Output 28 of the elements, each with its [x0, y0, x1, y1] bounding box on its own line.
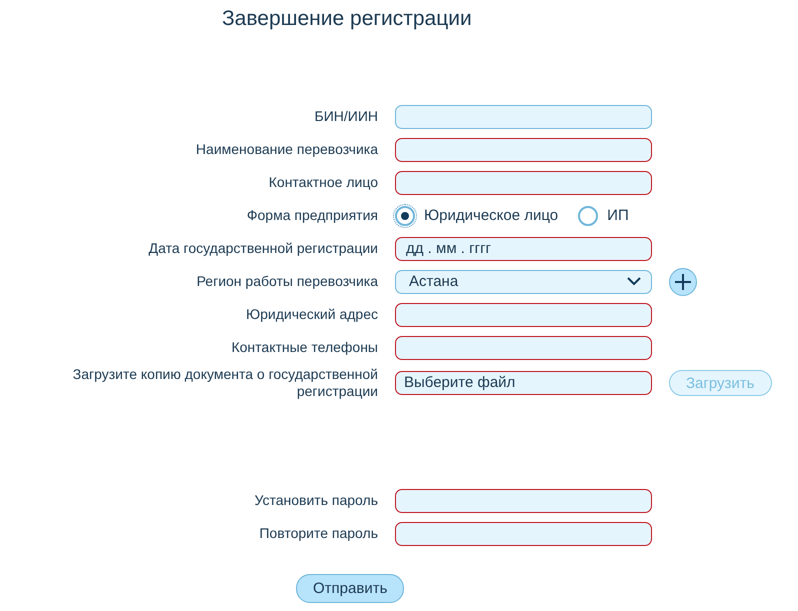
field-label: Повторите пароль	[258, 525, 378, 542]
page-title: Завершение регистрации	[221, 6, 473, 32]
field-label: Юридический адрес	[244, 306, 378, 323]
input-field[interactable]	[395, 302, 652, 326]
field-label: Наименование перевозчика	[194, 141, 378, 158]
add-button[interactable]	[669, 268, 697, 296]
field-label: Дата государственной регистрации	[148, 240, 378, 257]
chevron-down-icon	[627, 277, 641, 286]
input-field[interactable]	[395, 522, 652, 546]
field-label: БИН/ИИН	[314, 108, 378, 125]
input-field[interactable]	[395, 336, 652, 360]
radio-option[interactable]: ИП	[578, 206, 629, 226]
field-label: Регион работы перевозчика	[196, 273, 378, 290]
field-label: Контактное лицо	[268, 174, 378, 191]
field-label: Форма предприятия	[246, 207, 378, 224]
radio-option[interactable]: Юридическое лицо	[395, 206, 558, 226]
field-label: Загрузите копию документа о государственной регистрации	[72, 365, 378, 401]
input-field[interactable]	[395, 138, 652, 162]
input-field[interactable]	[395, 170, 652, 194]
file-field[interactable]: Выберите файл	[395, 371, 652, 395]
field-label: Контактные телефоны	[230, 339, 378, 356]
plus-icon	[675, 274, 691, 290]
submit-button[interactable]: Отправить	[296, 574, 404, 603]
input-field[interactable]	[395, 488, 652, 512]
field-label: Установить пароль	[254, 492, 378, 509]
input-field[interactable]	[395, 104, 652, 128]
date-field[interactable]: дд . мм . гггг	[395, 236, 652, 260]
region-dropdown[interactable]: Астана	[395, 270, 652, 294]
